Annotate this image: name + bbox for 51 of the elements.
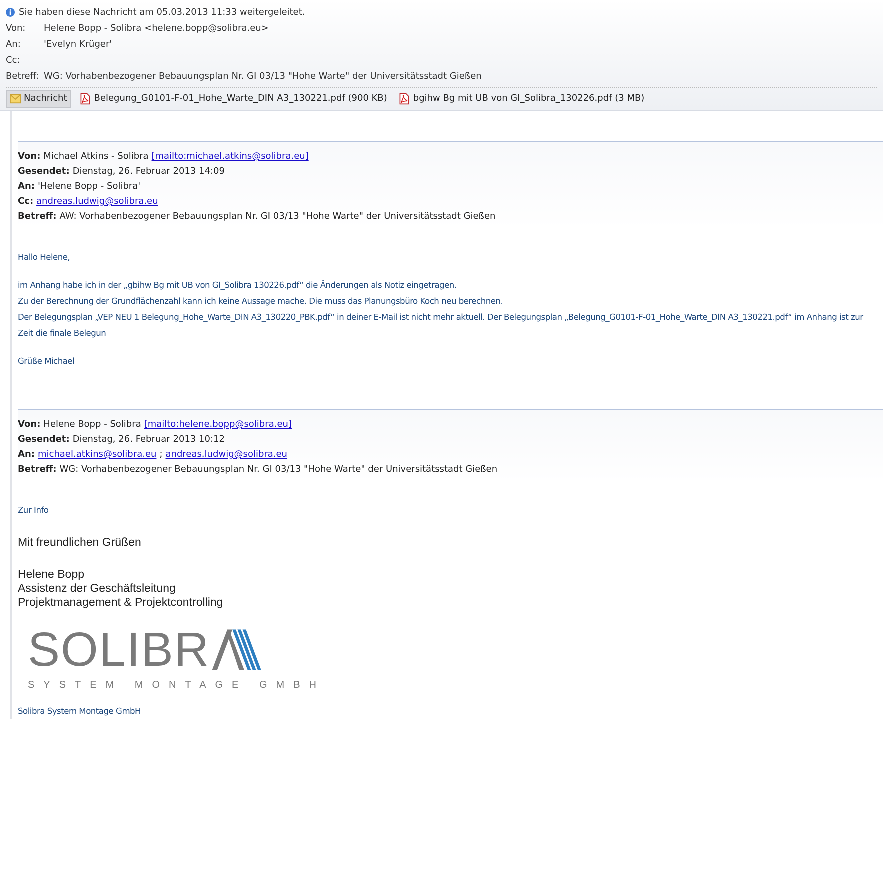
header-value: Dienstag, 26. Februar 2013 14:09	[72, 166, 225, 179]
header-label: Gesendet:	[18, 434, 70, 447]
message-text: Zu der Berechnung der Grundflächenzahl kann ich keine Aussage mache. Die muss das Planungsbüro Koch neu berechnen.	[18, 295, 504, 308]
field-value: WG: Vorhabenbezogener Bebauungsplan Nr. GI 03/13 "Hohe Warte" der Universitätsstadt Gießen	[44, 72, 482, 82]
attachment-tab[interactable]: Belegung_G0101-F-01_Hohe_Warte_DIN A3_130221.pdf (900 KB)	[77, 90, 390, 108]
field-label: Von:	[6, 24, 27, 34]
header-value: WG: Vorhabenbezogener Bebauungsplan Nr. GI 03/13 "Hohe Warte" der Universitätsstadt Gießen	[60, 464, 498, 477]
signature-text: Helene Bopp	[18, 568, 84, 582]
message-text: Solibra System Montage GmbH	[18, 705, 142, 718]
info-icon	[6, 8, 15, 17]
logo-tagline: SYSTEM MONTAGE GMBH	[28, 680, 326, 691]
envelope-icon	[10, 93, 21, 105]
header-label: An:	[18, 449, 35, 462]
header-value: AW: Vorhabenbezogener Bebauungsplan Nr. GI 03/13 "Hohe Warte" der Universitätsstadt Gießen	[60, 211, 496, 224]
pdf-icon	[399, 93, 410, 105]
header-label: Betreff:	[18, 211, 57, 224]
logo-wordmark: SOLIBR	[28, 628, 210, 674]
message-text: Grüße Michael	[18, 355, 76, 368]
header-label: An:	[18, 181, 35, 194]
message-text: Hallo Helene,	[18, 251, 72, 264]
attachment-tab[interactable]: Nachricht	[6, 90, 72, 108]
email-link[interactable]: michael.atkins@solibra.eu	[38, 448, 157, 463]
header-value: 'Helene Bopp - Solibra'	[38, 181, 141, 194]
header-label: Cc:	[18, 196, 34, 209]
forwarded-notice: Sie haben diese Nachricht am 05.03.2013 11:33 weitergeleitet.	[19, 8, 306, 18]
email-link[interactable]: [mailto:michael.atkins@solibra.eu]	[152, 150, 309, 165]
attachment-tab[interactable]: bgihw Bg mit UB von GI_Solibra_130226.pdf (3 MB)	[396, 90, 648, 108]
message-text: im Anhang habe ich in der „gbihw Bg mit UB von GI_Solibra 130226.pdf“ die Änderungen als Notiz eingetragen.	[18, 279, 458, 292]
header-label: Von:	[18, 151, 41, 164]
pdf-icon	[80, 93, 92, 105]
message-text: Zur Info	[18, 504, 50, 517]
header-label: Betreff:	[18, 464, 57, 477]
header-value: Helene Bopp - Solibra	[44, 419, 142, 432]
signature-text: Mit freundlichen Grüßen	[18, 536, 142, 550]
email-link[interactable]: andreas.ludwig@solibra.eu	[166, 448, 288, 463]
email-link[interactable]: [mailto:helene.bopp@solibra.eu]	[144, 418, 292, 433]
header-value: ;	[160, 449, 163, 462]
field-value: Helene Bopp - Solibra <helene.bopp@solibra.eu>	[44, 24, 269, 34]
header-value: Michael Atkins - Solibra	[44, 151, 149, 164]
header-value: Dienstag, 26. Februar 2013 10:12	[72, 434, 225, 447]
signature-text: Projektmanagement & Projektcontrolling	[18, 596, 224, 610]
field-label: Betreff:	[6, 72, 41, 82]
email-link[interactable]: andreas.ludwig@solibra.eu	[36, 195, 158, 210]
field-value: 'Evelyn Krüger'	[44, 40, 112, 50]
header-label: Von:	[18, 419, 41, 432]
striped-a-logo-icon	[210, 628, 262, 672]
message-text: Der Belegungsplan „VEP NEU 1 Belegung_Hohe_Warte_DIN A3_130220_PBK.pdf“ in deiner E-Mail ist nicht mehr aktuell. Der Belegungsplan „Belegung_G0101-F-01_Hohe_Warte_DIN A3_130221.pdf“ im Anhang ist zur Zeit die finale Belegun	[18, 311, 864, 340]
field-label: Cc:	[6, 56, 22, 66]
signature-text: Assistenz der Geschäftsleitung	[18, 582, 176, 596]
field-label: An:	[6, 40, 22, 50]
header-label: Gesendet:	[18, 166, 70, 179]
